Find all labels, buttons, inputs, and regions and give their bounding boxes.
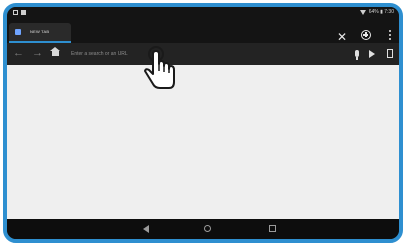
- browser-tab[interactable]: NEW TAB: [9, 23, 71, 43]
- status-bar: 64% ▮ 7:30: [7, 7, 399, 19]
- play-icon[interactable]: [369, 50, 375, 58]
- status-right: 64% ▮ 7:30: [359, 9, 394, 15]
- close-icon[interactable]: ✕: [337, 31, 347, 43]
- screen: 64% ▮ 7:30 NEW TAB ✕ ← → Enter a search …: [7, 7, 399, 239]
- app-notification-icon: [21, 10, 26, 15]
- arrow-left-icon[interactable]: ←: [13, 48, 24, 59]
- favicon-icon: [15, 29, 21, 35]
- wifi-icon: [359, 9, 366, 15]
- tab-title: NEW TAB: [30, 29, 50, 34]
- status-left-icons: [13, 10, 26, 15]
- bookmark-icon[interactable]: [387, 49, 393, 58]
- system-nav-bar: [7, 219, 399, 239]
- home-button-icon[interactable]: [204, 225, 211, 232]
- arrow-right-icon[interactable]: →: [32, 48, 43, 59]
- browser-toolbar: ← → Enter a search or an URL: [7, 43, 399, 65]
- address-bar[interactable]: Enter a search or an URL: [71, 49, 311, 59]
- home-icon[interactable]: [50, 47, 60, 56]
- more-vertical-icon[interactable]: [389, 30, 391, 40]
- status-text: 64% ▮ 7:30: [368, 9, 394, 15]
- tab-strip: NEW TAB ✕: [7, 19, 399, 43]
- tablet-frame: 64% ▮ 7:30 NEW TAB ✕ ← → Enter a search …: [3, 3, 403, 243]
- page-content[interactable]: [7, 65, 399, 219]
- recents-icon[interactable]: [269, 225, 276, 232]
- mic-icon[interactable]: [355, 50, 359, 60]
- plus-circle-icon[interactable]: [361, 30, 371, 40]
- back-icon[interactable]: [143, 225, 149, 233]
- notification-icon: [13, 10, 18, 15]
